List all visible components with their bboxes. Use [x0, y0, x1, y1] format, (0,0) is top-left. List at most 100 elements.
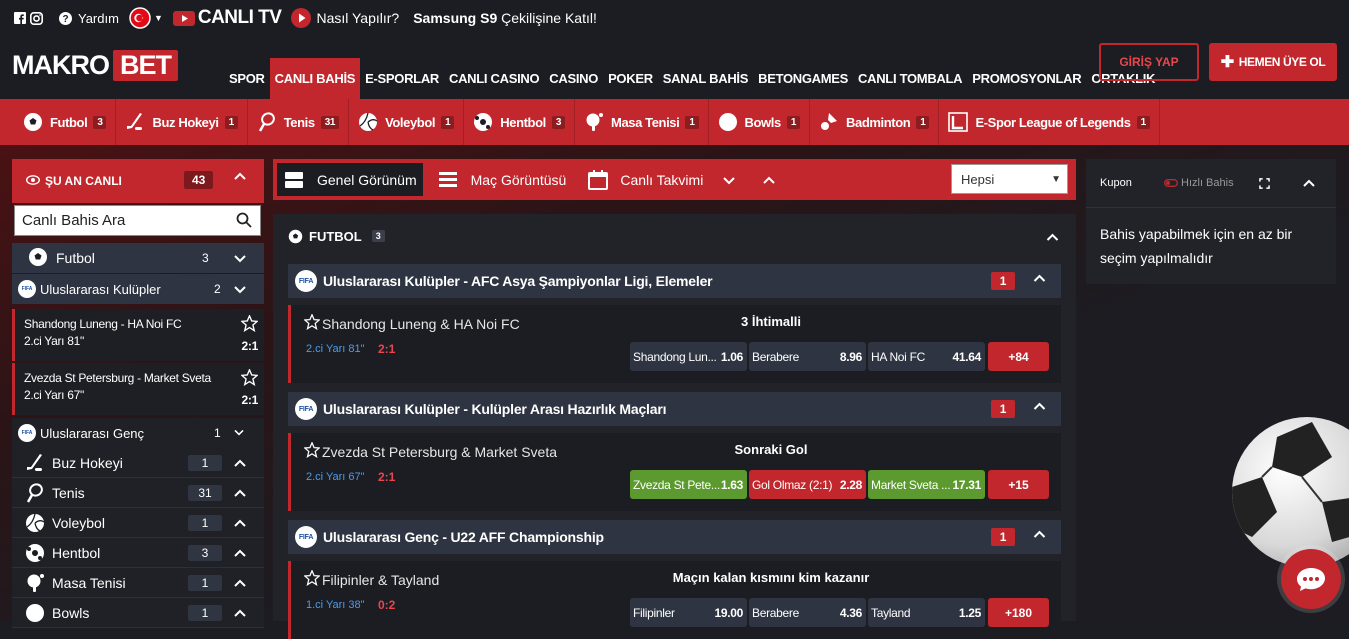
- facebook-icon[interactable]: [14, 12, 26, 24]
- nav-item[interactable]: BETONGAMES: [753, 58, 853, 99]
- sport-filter-count: 1: [685, 115, 699, 129]
- nav-item[interactable]: CANLI BAHİS: [269, 58, 361, 99]
- league-header[interactable]: FIFA Uluslararası Kulüpler - AFC Asya Şam…: [288, 264, 1061, 298]
- sidebar-clubs[interactable]: FIFA Uluslararası Kulüpler 2: [12, 274, 264, 304]
- language-selector[interactable]: ▼: [129, 7, 163, 29]
- sport-section-header[interactable]: FUTBOL 3: [273, 214, 1076, 258]
- tab-quick-bet[interactable]: Hızlı Bahis: [1164, 159, 1234, 207]
- chevron-up-icon[interactable]: [1303, 159, 1315, 207]
- sport-filter-count: 31: [320, 115, 340, 129]
- sidebar-match[interactable]: Zvezda St Petersburg - Market Sveta 2.ci…: [12, 363, 264, 415]
- sport-filter-count: 1: [441, 115, 455, 129]
- league-header[interactable]: FIFA Uluslararası Genç - U22 AFF Champion…: [288, 520, 1061, 554]
- odd-button[interactable]: Shandong Lun... 1.06: [630, 342, 747, 371]
- star-icon[interactable]: [303, 441, 321, 461]
- odd-value: 1.06: [720, 349, 743, 364]
- sidebar-youth[interactable]: FIFA Uluslararası Genç 1: [12, 418, 264, 448]
- nav-item[interactable]: E-SPORLAR: [360, 58, 444, 99]
- calendar-icon: [588, 169, 609, 190]
- match-row[interactable]: Shandong Luneng & HA Noi FC 2.ci Yarı 81"…: [288, 305, 1061, 383]
- odd-button[interactable]: Market Sveta ... 17.31: [868, 470, 985, 499]
- star-icon[interactable]: [240, 314, 259, 335]
- chevron-up-icon[interactable]: [1046, 230, 1059, 245]
- sport-filter-item[interactable]: E-Spor League of Legends 1: [939, 99, 1160, 145]
- tab-coupon[interactable]: Kupon: [1100, 159, 1132, 207]
- sport-filter-item[interactable]: Badminton 1: [810, 99, 940, 145]
- sport-filter-item[interactable]: Masa Tenisi 1: [575, 99, 709, 145]
- odd-button[interactable]: Berabere 8.96: [749, 342, 866, 371]
- instagram-icon[interactable]: [30, 11, 43, 25]
- match-row[interactable]: Filipinler & Tayland 1.ci Yarı 38" 0:2 Maçı…: [288, 561, 1061, 639]
- chevron-up-icon[interactable]: [1033, 398, 1046, 414]
- chevron-up-icon: [234, 485, 246, 501]
- odd-button[interactable]: HA Noi FC 41.64: [868, 342, 985, 371]
- sidebar-futbol[interactable]: Futbol 3: [12, 243, 264, 273]
- odd-button[interactable]: Filipinler 19.00: [630, 598, 747, 627]
- league-header[interactable]: FIFA Uluslararası Kulüpler - Kulüpler Ara…: [288, 392, 1061, 426]
- expand-icon[interactable]: [1259, 159, 1270, 207]
- sport-filter-item[interactable]: Buz Hokeyi 1: [116, 99, 248, 145]
- sidebar-sport-item[interactable]: Masa Tenisi 1: [12, 568, 264, 598]
- sidebar-sport-item[interactable]: Voleybol 1: [12, 508, 264, 538]
- match-score: 2:1: [378, 342, 396, 356]
- sport-section-count: 3: [371, 230, 385, 242]
- nav-item[interactable]: POKER: [603, 58, 658, 99]
- tab-match-view[interactable]: Maç Görüntüsü: [431, 163, 573, 196]
- tab-general-view[interactable]: Genel Görünüm: [277, 163, 423, 196]
- odd-button[interactable]: Tayland 1.25: [868, 598, 985, 627]
- star-icon[interactable]: [303, 569, 321, 589]
- nav-item[interactable]: CANLI TOMBALA: [853, 58, 967, 99]
- sidebar-sport-item[interactable]: Tenis 31: [12, 478, 264, 508]
- more-markets-button[interactable]: +84: [988, 342, 1049, 371]
- nav-item[interactable]: SANAL BAHİS: [658, 58, 753, 99]
- logo[interactable]: MAKRO BET: [12, 50, 178, 81]
- sport-filter-item[interactable]: Hentbol 3: [464, 99, 576, 145]
- nav-item[interactable]: PROMOSYONLAR: [967, 58, 1086, 99]
- chevron-up-icon[interactable]: [763, 172, 776, 188]
- promo-text: Çekilişine Katıl!: [497, 10, 597, 26]
- live-now-header[interactable]: ŞU AN CANLI 43: [12, 159, 264, 203]
- odd-button[interactable]: Zvezda St Pete... 1.63: [630, 470, 747, 499]
- odd-button[interactable]: Berabere 4.36: [749, 598, 866, 627]
- chat-button[interactable]: [1281, 549, 1341, 609]
- tab-calendar[interactable]: Canlı Takvimi: [580, 163, 709, 196]
- match-row[interactable]: Zvezda St Petersburg & Market Sveta 2.ci …: [288, 433, 1061, 511]
- star-icon[interactable]: [303, 313, 321, 333]
- help-label: Yardım: [78, 10, 119, 26]
- nav-item[interactable]: SPOR: [224, 58, 270, 99]
- how-to-link[interactable]: Nasıl Yapılır?: [291, 8, 399, 28]
- match-teams: Zvezda St Petersburg & Market Sveta: [322, 443, 557, 460]
- soccer-ball-icon: [288, 229, 303, 243]
- chevron-up-icon[interactable]: [234, 170, 246, 184]
- sport-filter-item[interactable]: Futbol 3: [14, 99, 117, 145]
- odd-button[interactable]: Gol Olmaz (2:1) 2.28: [749, 470, 866, 499]
- promo-link[interactable]: Samsung S9 Çekilişine Katıl!: [413, 10, 597, 26]
- search-icon[interactable]: [236, 212, 252, 232]
- sport-filter-item[interactable]: Voleybol 1: [349, 99, 465, 145]
- sidebar-sport-item[interactable]: Buz Hokeyi 1: [12, 448, 264, 478]
- sidebar-match[interactable]: Shandong Luneng - HA Noi FC 2.ci Yarı 81…: [12, 309, 264, 361]
- filter-select[interactable]: Hepsi ▼: [951, 164, 1068, 194]
- chevron-down-icon[interactable]: [723, 172, 736, 188]
- star-icon[interactable]: [240, 368, 259, 389]
- sport-filter-label: Voleybol: [385, 114, 436, 130]
- sport-filter-item[interactable]: Bowls 1: [709, 99, 810, 145]
- sidebar-sport-item[interactable]: Bowls 1: [12, 598, 264, 628]
- chevron-up-icon[interactable]: [1033, 526, 1046, 542]
- sport-filter-item[interactable]: Tenis 31: [248, 99, 350, 145]
- login-button[interactable]: GİRİŞ YAP: [1099, 43, 1199, 81]
- help-link[interactable]: ? Yardım: [59, 11, 119, 26]
- chevron-up-icon[interactable]: [1033, 270, 1046, 286]
- live-tv-link[interactable]: CANLI TV: [172, 7, 282, 29]
- tab-general-label: Genel Görünüm: [317, 171, 417, 188]
- more-markets-button[interactable]: +15: [988, 470, 1049, 499]
- register-button[interactable]: ✚ HEMEN ÜYE OL: [1209, 43, 1337, 81]
- odd-value: 1.63: [720, 477, 743, 492]
- more-markets-button[interactable]: +180: [988, 598, 1049, 627]
- live-search-input[interactable]: Canlı Bahis Ara: [14, 205, 261, 236]
- tenis-icon: [24, 482, 46, 503]
- fifa-icon: FIFA: [295, 398, 317, 420]
- nav-item[interactable]: CANLI CASINO: [444, 58, 544, 99]
- sidebar-sport-item[interactable]: Hentbol 3: [12, 538, 264, 568]
- nav-item[interactable]: CASINO: [544, 58, 603, 99]
